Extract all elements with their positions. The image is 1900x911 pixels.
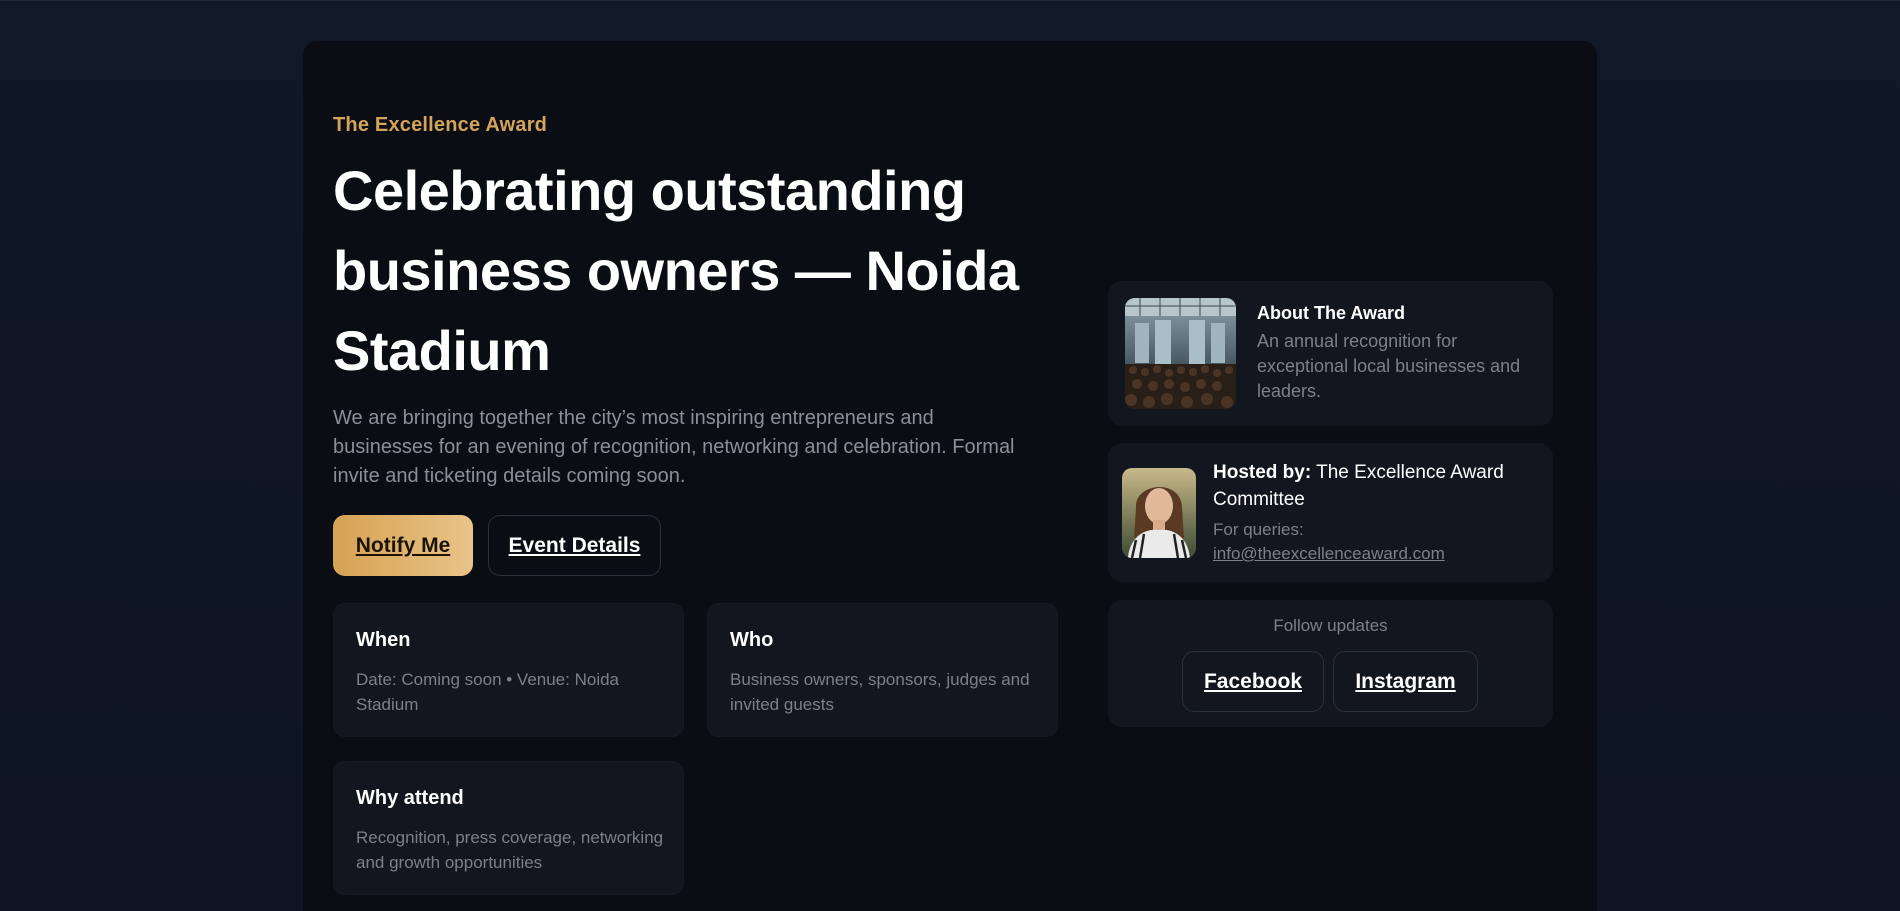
info-card-desc: Business owners, sponsors, judges and in… — [730, 670, 1030, 714]
instagram-button[interactable]: Instagram — [1333, 651, 1478, 712]
follow-label: Follow updates — [1273, 616, 1388, 635]
query-label: For queries: — [1213, 520, 1304, 539]
event-hall-image — [1125, 298, 1236, 409]
page: The Excellence Award Celebrating outstan… — [0, 0, 1900, 911]
about-award-card: About The Award An annual recognition fo… — [1108, 281, 1553, 426]
info-card-who: Who Business owners, sponsors, judges an… — [707, 603, 1058, 737]
page-headline: Celebrating outstanding business owners … — [333, 159, 1019, 382]
info-card-desc: Date: Coming soon • Venue: Noida Stadium — [356, 670, 620, 714]
lead-paragraph: We are bringing together the city’s most… — [333, 407, 1015, 487]
info-card-title: Why attend — [356, 787, 464, 809]
host-avatar — [1122, 468, 1196, 558]
query-email-link[interactable]: info@theexcellenceaward.com — [1213, 544, 1445, 564]
about-description: An annual recognition for exceptional lo… — [1257, 331, 1521, 401]
host-label: Hosted by: — [1213, 462, 1312, 483]
info-card-title: When — [356, 629, 411, 651]
host-line: Hosted by: The Excellence Award Committe… — [1213, 459, 1533, 513]
facebook-button[interactable]: Facebook — [1182, 651, 1324, 712]
event-details-button[interactable]: Event Details — [488, 515, 661, 576]
info-card-when: When Date: Coming soon • Venue: Noida St… — [333, 603, 684, 737]
host-card: Hosted by: The Excellence Award Committe… — [1108, 443, 1553, 582]
info-card-title: Who — [730, 629, 774, 651]
info-card-desc: Recognition, press coverage, networking … — [356, 828, 664, 872]
follow-updates-card: Follow updates Facebook Instagram — [1108, 600, 1553, 727]
notify-me-button[interactable]: Notify Me — [333, 515, 473, 576]
info-card-why-attend: Why attend Recognition, press coverage, … — [333, 761, 684, 895]
about-title: About The Award — [1257, 303, 1405, 323]
eyebrow-title: The Excellence Award — [333, 114, 548, 136]
